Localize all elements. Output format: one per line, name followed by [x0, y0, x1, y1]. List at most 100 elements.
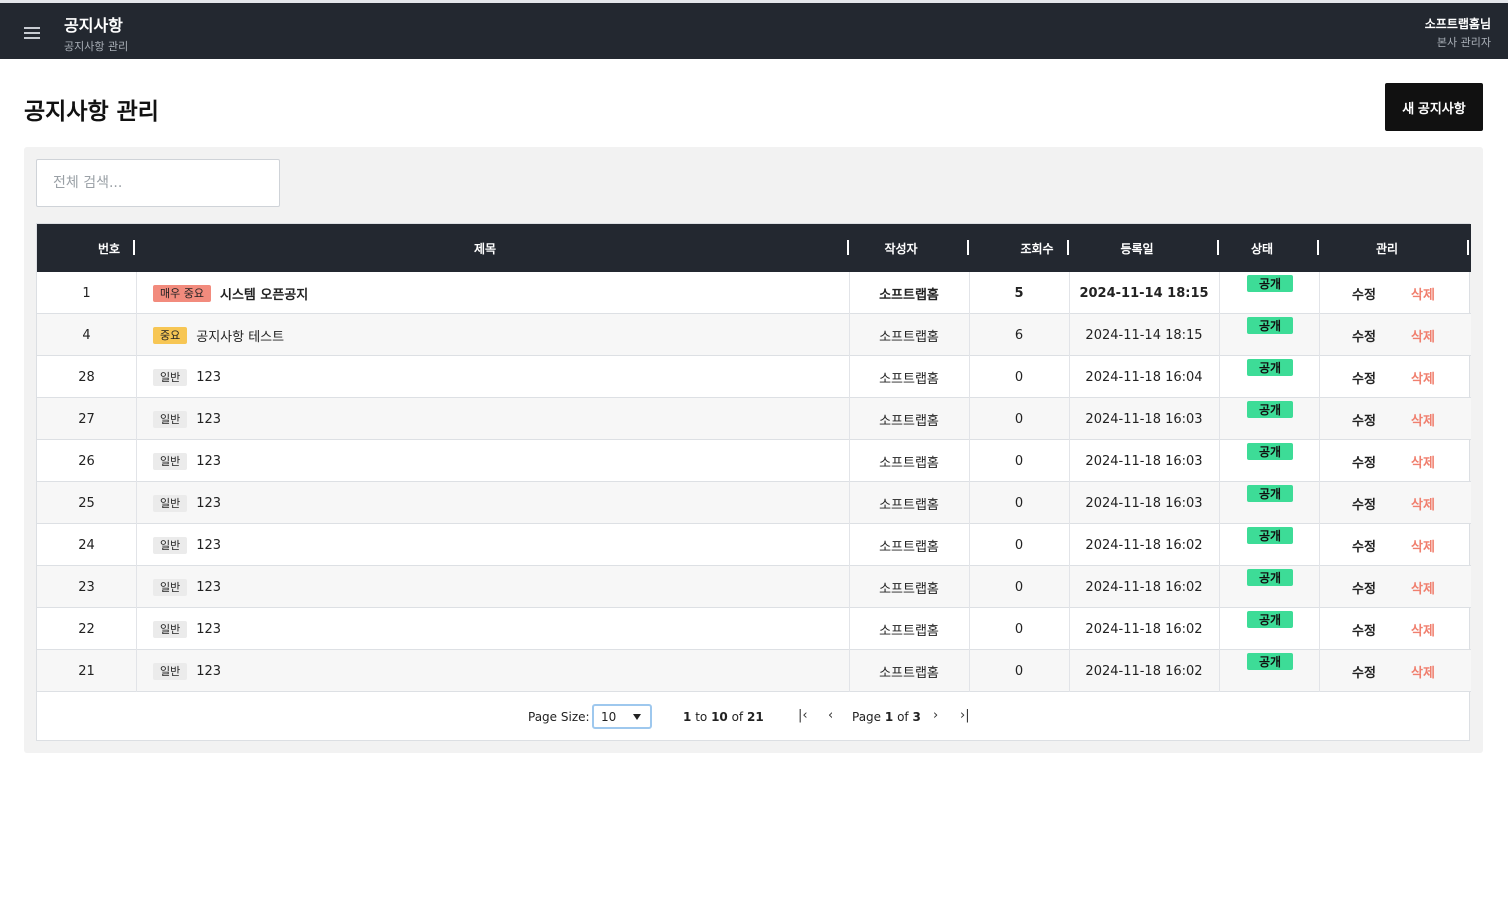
row-title-cell[interactable]: 일반 123 — [153, 608, 843, 650]
notice-title[interactable]: 123 — [196, 622, 221, 637]
column-header-views[interactable]: 조회수 — [997, 224, 1077, 272]
menu-icon[interactable] — [24, 27, 40, 39]
notice-title[interactable]: 123 — [196, 412, 221, 427]
priority-badge: 일반 — [153, 620, 188, 638]
row-range-summary: 1 to 10 of 21 — [683, 710, 764, 724]
page-size-select[interactable]: 10 — [592, 704, 652, 729]
row-number: 24 — [78, 537, 95, 553]
column-header-no[interactable]: 번호 — [69, 224, 149, 272]
table-row[interactable]: 21 일반 123 소프트랩홈 0 2024-11-18 16:02 공개 수정 삭제 — [37, 650, 1471, 692]
column-resize-handle[interactable] — [1467, 240, 1469, 255]
table-row[interactable]: 26 일반 123 소프트랩홈 0 2024-11-18 16:03 공개 수정 삭제 — [37, 440, 1471, 482]
table-row[interactable]: 22 일반 123 소프트랩홈 0 2024-11-18 16:02 공개 수정 삭제 — [37, 608, 1471, 650]
delete-button[interactable]: 삭제 — [1411, 356, 1435, 398]
notice-title[interactable]: 123 — [196, 580, 221, 595]
edit-button[interactable]: 수정 — [1352, 356, 1376, 398]
page-size-label: Page Size: — [528, 710, 590, 724]
delete-button[interactable]: 삭제 — [1411, 440, 1435, 482]
table-row[interactable]: 28 일반 123 소프트랩홈 0 2024-11-18 16:04 공개 수정 삭제 — [37, 356, 1471, 398]
notice-title[interactable]: 123 — [196, 664, 221, 679]
next-page-icon[interactable]: › — [933, 708, 938, 723]
range-from: 1 — [683, 710, 692, 724]
table-row[interactable]: 4 중요 공지사항 테스트 소프트랩홈 6 2024-11-14 18:15 공개 수정 삭제 — [37, 314, 1471, 356]
row-title-cell[interactable]: 일반 123 — [153, 440, 843, 482]
cell-divider — [1219, 272, 1220, 314]
column-resize-handle[interactable] — [133, 240, 135, 255]
edit-button[interactable]: 수정 — [1352, 566, 1376, 608]
row-views: 0 — [1014, 537, 1024, 553]
edit-button[interactable]: 수정 — [1352, 440, 1376, 482]
table-row[interactable]: 24 일반 123 소프트랩홈 0 2024-11-18 16:02 공개 수정 삭제 — [37, 524, 1471, 566]
page-title: 공지사항 관리 — [24, 99, 159, 125]
delete-button[interactable]: 삭제 — [1411, 398, 1435, 440]
delete-button[interactable]: 삭제 — [1411, 524, 1435, 566]
delete-button[interactable]: 삭제 — [1411, 482, 1435, 524]
notice-title[interactable]: 공지사항 테스트 — [196, 326, 284, 345]
range-total: 21 — [747, 710, 764, 724]
edit-button[interactable]: 수정 — [1352, 524, 1376, 566]
row-title-cell[interactable]: 일반 123 — [153, 524, 843, 566]
row-author: 소프트랩홈 — [879, 287, 939, 303]
row-views: 0 — [1014, 663, 1024, 679]
row-title-cell[interactable]: 일반 123 — [153, 356, 843, 398]
edit-button[interactable]: 수정 — [1352, 272, 1376, 314]
edit-button[interactable]: 수정 — [1352, 608, 1376, 650]
column-resize-handle[interactable] — [1067, 240, 1069, 255]
delete-button[interactable]: 삭제 — [1411, 650, 1435, 692]
column-resize-handle[interactable] — [847, 240, 849, 255]
table-row[interactable]: 23 일반 123 소프트랩홈 0 2024-11-18 16:02 공개 수정 삭제 — [37, 566, 1471, 608]
search-input[interactable] — [36, 159, 280, 207]
column-header-date[interactable]: 등록일 — [1097, 224, 1177, 272]
table-row[interactable]: 25 일반 123 소프트랩홈 0 2024-11-18 16:03 공개 수정 삭제 — [37, 482, 1471, 524]
column-resize-handle[interactable] — [1217, 240, 1219, 255]
cell-divider — [1219, 398, 1220, 440]
notice-title[interactable]: 123 — [196, 496, 221, 511]
row-date: 2024-11-18 16:02 — [1085, 537, 1203, 553]
table-row[interactable]: 27 일반 123 소프트랩홈 0 2024-11-18 16:03 공개 수정 삭제 — [37, 398, 1471, 440]
row-title-cell[interactable]: 매우 중요 시스템 오픈공지 — [153, 272, 843, 314]
row-title-cell[interactable]: 일반 123 — [153, 650, 843, 692]
cell-divider — [136, 482, 137, 524]
grid-header: 번호 제목 작성자 조회수 등록일 상태 관리 — [37, 224, 1471, 272]
edit-button[interactable]: 수정 — [1352, 398, 1376, 440]
row-author: 소프트랩홈 — [879, 665, 939, 681]
status-badge: 공개 — [1247, 401, 1293, 418]
cell-divider — [1319, 482, 1320, 524]
user-name[interactable]: 소프트랩홈님 — [1425, 15, 1491, 32]
row-author: 소프트랩홈 — [879, 497, 939, 513]
cell-divider — [136, 398, 137, 440]
caret-down-icon — [633, 714, 641, 720]
notice-title[interactable]: 시스템 오픈공지 — [220, 284, 308, 303]
notice-title[interactable]: 123 — [196, 454, 221, 469]
row-title-cell[interactable]: 일반 123 — [153, 482, 843, 524]
cell-divider — [1219, 566, 1220, 608]
delete-button[interactable]: 삭제 — [1411, 608, 1435, 650]
column-header-manage[interactable]: 관리 — [1347, 224, 1427, 272]
notice-title[interactable]: 123 — [196, 538, 221, 553]
range-to: 10 — [711, 710, 728, 724]
last-page-icon[interactable]: ›| — [960, 708, 970, 723]
cell-divider — [1319, 566, 1320, 608]
column-resize-handle[interactable] — [1317, 240, 1319, 255]
cell-divider — [1219, 440, 1220, 482]
edit-button[interactable]: 수정 — [1352, 650, 1376, 692]
notice-title[interactable]: 123 — [196, 370, 221, 385]
row-title-cell[interactable]: 일반 123 — [153, 566, 843, 608]
delete-button[interactable]: 삭제 — [1411, 272, 1435, 314]
row-views: 0 — [1014, 453, 1024, 469]
first-page-icon[interactable]: |‹ — [798, 708, 808, 723]
edit-button[interactable]: 수정 — [1352, 314, 1376, 356]
row-title-cell[interactable]: 일반 123 — [153, 398, 843, 440]
prev-page-icon[interactable]: ‹ — [828, 708, 833, 723]
delete-button[interactable]: 삭제 — [1411, 314, 1435, 356]
column-header-title[interactable]: 제목 — [383, 224, 587, 272]
row-title-cell[interactable]: 중요 공지사항 테스트 — [153, 314, 843, 356]
delete-button[interactable]: 삭제 — [1411, 566, 1435, 608]
column-resize-handle[interactable] — [967, 240, 969, 255]
table-row[interactable]: 1 매우 중요 시스템 오픈공지 소프트랩홈 5 2024-11-14 18:15 공개 수정… — [37, 272, 1471, 314]
row-number: 27 — [78, 411, 95, 427]
column-header-author[interactable]: 작성자 — [861, 224, 941, 272]
edit-button[interactable]: 수정 — [1352, 482, 1376, 524]
new-notice-button[interactable]: 새 공지사항 — [1385, 83, 1483, 131]
column-header-status[interactable]: 상태 — [1222, 224, 1302, 272]
